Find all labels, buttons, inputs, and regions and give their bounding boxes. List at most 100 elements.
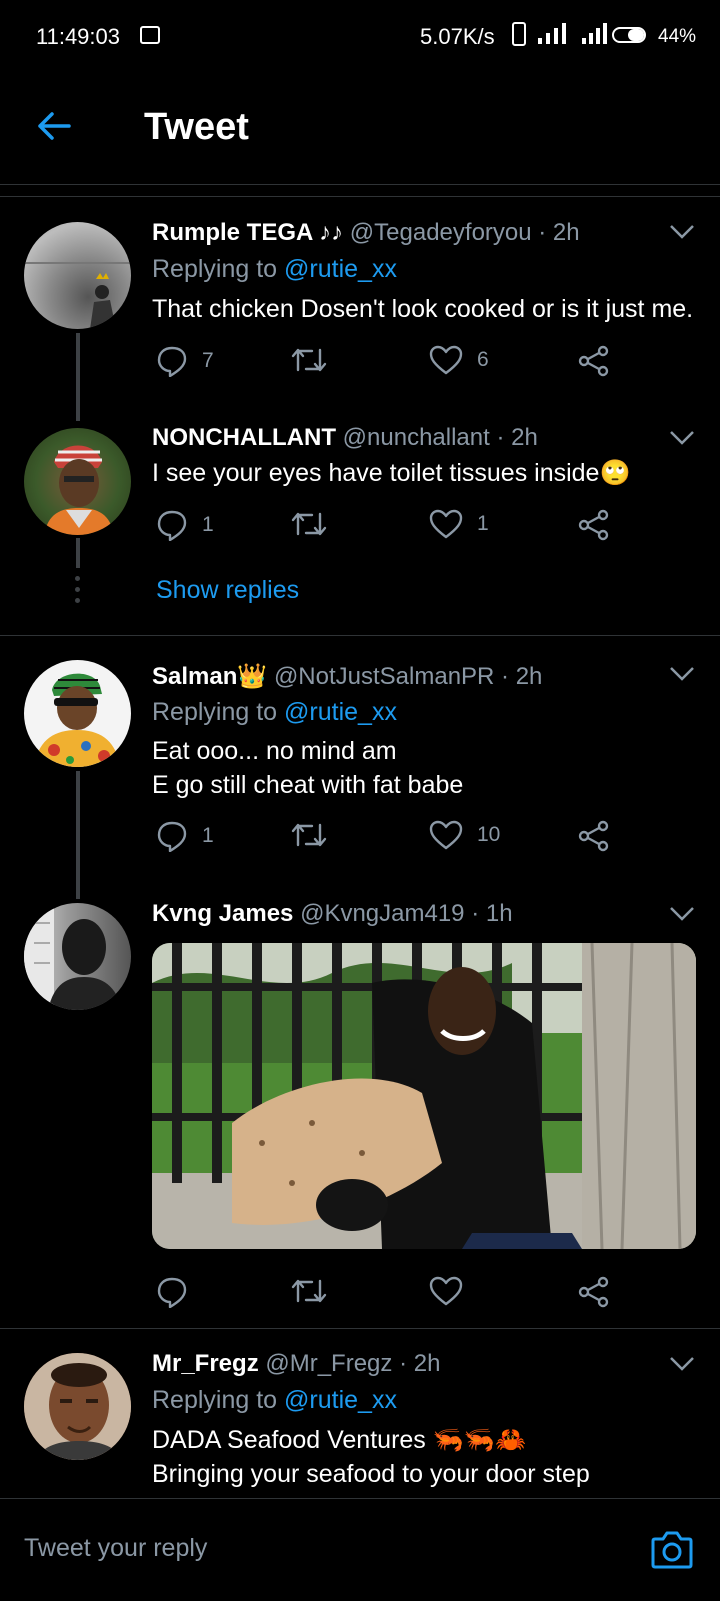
avatar-photo [24, 262, 131, 329]
reply-icon [157, 821, 187, 852]
avatar-photo [44, 445, 114, 535]
chevron-down-icon[interactable] [668, 904, 696, 924]
like-button[interactable]: 10 [429, 820, 500, 850]
retweet-icon [291, 512, 327, 536]
tweet-header: Salman👑 @NotJustSalmanPR · 2h [152, 662, 542, 691]
chevron-down-icon[interactable] [668, 428, 696, 448]
signal-icons [512, 22, 608, 46]
show-replies-link[interactable]: Show replies [156, 576, 299, 605]
status-time: 11:49:03 [36, 24, 121, 49]
reply-icon [157, 1277, 187, 1308]
thread-dots [75, 576, 80, 603]
replying-to: Replying to @rutie_xx [152, 698, 397, 727]
handle-time: @NotJustSalmanPR · 2h [273, 663, 543, 690]
avatar[interactable] [24, 660, 131, 767]
display-name[interactable]: NONCHALLANT [152, 424, 336, 451]
reply-button[interactable]: 1 [156, 820, 214, 852]
chevron-down-icon[interactable] [668, 664, 696, 684]
like-count: 10 [477, 823, 501, 846]
tweet-text: Eat ooo... no mind am E go still cheat w… [152, 734, 712, 802]
display-name[interactable]: Mr_Fregz [152, 1350, 259, 1377]
like-count: 6 [477, 348, 489, 371]
reply-icon [157, 346, 187, 377]
retweet-button[interactable] [290, 820, 328, 850]
reply-button[interactable] [156, 1276, 188, 1308]
heart-icon [429, 345, 463, 375]
display-name[interactable]: Rumple TEGA ♪♪ [152, 219, 343, 246]
top-app-bar: Tweet [0, 72, 720, 185]
tweet-text: DADA Seafood Ventures 🦐🦐🦀 Bringing your … [152, 1423, 712, 1491]
heart-icon [429, 509, 463, 539]
handle-time: @Tegadeyforyou · 2h [349, 219, 580, 246]
tweet-media-photo[interactable] [152, 943, 696, 1249]
tweet-text: I see your eyes have toilet tissues insi… [152, 459, 631, 487]
replying-to-link[interactable]: @rutie_xx [284, 1386, 397, 1414]
thread-line [76, 538, 80, 568]
avatar[interactable] [24, 903, 131, 1010]
divider [0, 1328, 720, 1329]
thread-line [76, 771, 80, 899]
thread-line [76, 333, 80, 421]
avatar[interactable] [24, 1353, 131, 1460]
back-arrow-icon[interactable] [36, 108, 72, 144]
reply-composer[interactable]: Tweet your reply [0, 1498, 720, 1601]
share-button[interactable] [578, 820, 610, 852]
reply-button[interactable]: 1 [156, 509, 214, 541]
avatar-photo [24, 1353, 131, 1460]
handle-time: @Mr_Fregz · 2h [265, 1350, 441, 1377]
tweet-header: Rumple TEGA ♪♪ @Tegadeyforyou · 2h [152, 219, 580, 247]
chevron-down-icon[interactable] [668, 1354, 696, 1374]
avatar-photo [24, 903, 122, 1010]
replying-to: Replying to @rutie_xx [152, 255, 397, 284]
replying-prefix: Replying to [152, 255, 278, 283]
tweet-text-line: E go still cheat with fat babe [152, 771, 464, 799]
reply-input[interactable]: Tweet your reply [24, 1534, 207, 1563]
replying-prefix: Replying to [152, 698, 278, 726]
tweet-actions: 1 10 [152, 820, 622, 860]
network-speed: 5.07K/s [420, 24, 495, 49]
tweet-text-line: DADA Seafood Ventures 🦐🦐🦀 [152, 1426, 527, 1454]
tweet-actions [152, 1276, 622, 1316]
reply-button[interactable]: 7 [156, 345, 214, 377]
battery-icon [612, 27, 646, 43]
tweet-text-line: Eat ooo... no mind am [152, 737, 397, 765]
tweet-actions: 7 6 [152, 345, 622, 385]
tweet-text: That chicken Dosen't look cooked or is i… [152, 295, 694, 323]
share-button[interactable] [578, 345, 610, 377]
display-name[interactable]: Kvng James [152, 900, 293, 927]
like-button[interactable]: 6 [429, 345, 489, 375]
page-title: Tweet [144, 106, 249, 148]
replying-to: Replying to @rutie_xx [152, 1386, 397, 1415]
share-button[interactable] [578, 509, 610, 541]
retweet-icon [291, 1279, 327, 1303]
handle-time: @nunchallant · 2h [342, 424, 538, 451]
replying-prefix: Replying to [152, 1386, 278, 1414]
share-icon [578, 820, 609, 852]
reply-count: 1 [202, 513, 214, 536]
avatar[interactable] [24, 428, 131, 535]
retweet-button[interactable] [290, 345, 328, 375]
handle-time: @KvngJam419 · 1h [300, 900, 513, 927]
tweet-text-line: Bringing your seafood to your door step [152, 1460, 590, 1488]
like-button[interactable]: 1 [429, 509, 489, 539]
heart-icon [429, 820, 463, 850]
reply-count: 1 [202, 824, 214, 847]
retweet-icon [291, 823, 327, 847]
reply-icon [157, 510, 187, 541]
share-icon [578, 1276, 609, 1308]
chevron-down-icon[interactable] [668, 222, 696, 242]
share-icon [578, 345, 609, 377]
tweet-header: Mr_Fregz @Mr_Fregz · 2h [152, 1350, 440, 1378]
display-name[interactable]: Salman👑 [152, 663, 267, 690]
reply-count: 7 [202, 349, 214, 372]
like-button[interactable] [429, 1276, 463, 1306]
camera-icon[interactable] [651, 1529, 693, 1569]
retweet-button[interactable] [290, 509, 328, 539]
replying-to-link[interactable]: @rutie_xx [284, 255, 397, 283]
share-button[interactable] [578, 1276, 610, 1308]
like-count: 1 [477, 512, 489, 535]
retweet-button[interactable] [290, 1276, 328, 1306]
replying-to-link[interactable]: @rutie_xx [284, 698, 397, 726]
avatar[interactable] [24, 222, 131, 329]
signal-bars-icon [538, 23, 566, 44]
